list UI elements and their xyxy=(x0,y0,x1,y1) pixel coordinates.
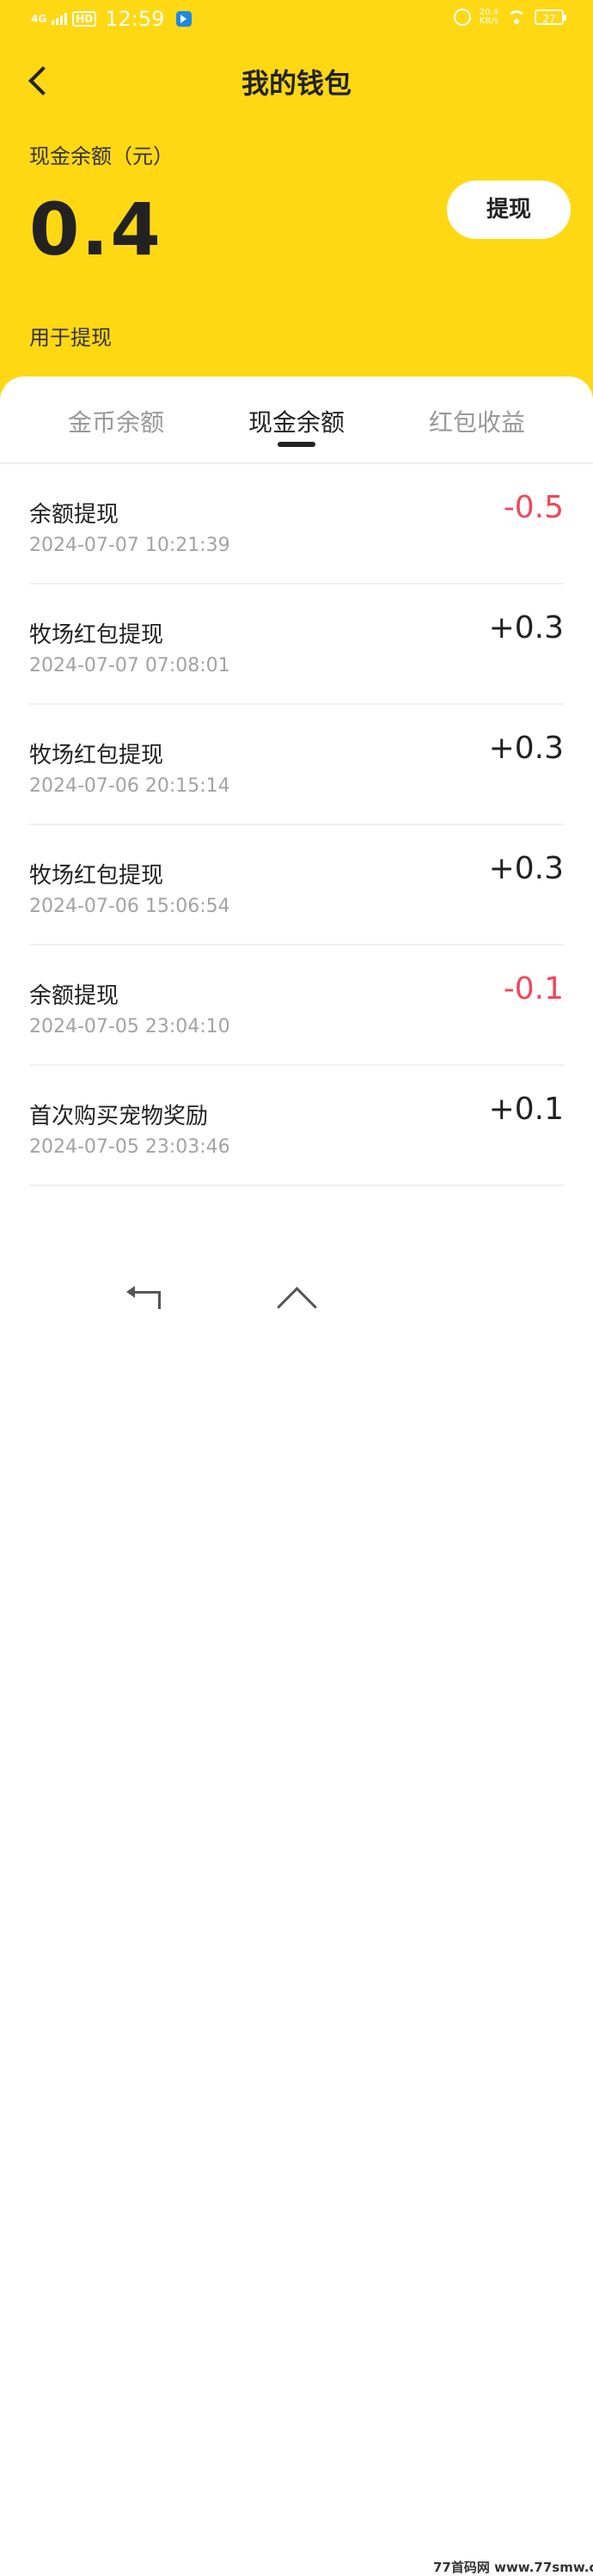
withdraw-button[interactable]: 提现 xyxy=(447,181,571,239)
watermark: 77首码网 www.77smw.com xyxy=(433,2560,593,2575)
system-nav-bar: 77首码网 www.77smw.com xyxy=(0,1272,593,2575)
transaction-time: 2024-07-05 23:03:46 xyxy=(29,1136,230,1158)
signal-icon xyxy=(52,13,68,25)
alarm-icon xyxy=(453,9,471,26)
tab-bar: 金币余额 现金余额 红包收益 xyxy=(0,376,593,464)
transaction-amount: +0.3 xyxy=(488,731,564,766)
status-time: 12:59 xyxy=(105,7,165,31)
transaction-title: 牧场红包提现 xyxy=(29,743,164,768)
network-speed: 20.4 KB/s xyxy=(480,9,498,26)
battery-icon: 27 xyxy=(535,9,566,25)
tab-coin-balance[interactable]: 金币余额 xyxy=(30,404,202,438)
transaction-time: 2024-07-07 10:21:39 xyxy=(29,535,230,556)
active-tab-indicator xyxy=(278,442,315,447)
network-type: 4G xyxy=(31,13,47,25)
transaction-amount: +0.1 xyxy=(488,1092,564,1127)
usage-note: 用于提现 xyxy=(29,326,112,350)
transaction-row[interactable]: 首次购买宠物奖励 2024-07-05 23:03:46 +0.1 xyxy=(29,1066,564,1186)
transaction-time: 2024-07-06 15:06:54 xyxy=(29,896,230,917)
transaction-title: 首次购买宠物奖励 xyxy=(29,1104,209,1129)
transaction-amount: -0.5 xyxy=(503,490,564,525)
transaction-time: 2024-07-05 23:04:10 xyxy=(29,1016,230,1037)
transaction-row[interactable]: 牧场红包提现 2024-07-06 20:15:14 +0.3 xyxy=(29,705,564,825)
transaction-row[interactable]: 牧场红包提现 2024-07-06 15:06:54 +0.3 xyxy=(29,825,564,945)
tab-cash-balance[interactable]: 现金余额 xyxy=(211,404,382,438)
balance-label: 现金余额（元） xyxy=(29,144,174,168)
status-bar: 4G HD 12:59 20.4 KB/s 27 xyxy=(0,0,593,40)
transaction-time: 2024-07-06 20:15:14 xyxy=(29,775,230,797)
transaction-title: 牧场红包提现 xyxy=(29,863,164,889)
network-speed-unit: KB/s xyxy=(479,16,498,26)
transaction-row[interactable]: 余额提现 2024-07-05 23:04:10 -0.1 xyxy=(29,945,564,1066)
page-title: 我的钱包 xyxy=(241,67,352,100)
wallet-header: 4G HD 12:59 20.4 KB/s 27 我的钱包 现金余额（元） 0.… xyxy=(0,0,593,413)
transaction-row[interactable]: 余额提现 2024-07-07 10:21:39 -0.5 xyxy=(29,464,564,584)
balance-value: 0.4 xyxy=(29,187,162,272)
transaction-title: 余额提现 xyxy=(29,983,119,1009)
hd-icon: HD xyxy=(72,11,97,27)
transaction-amount: -0.1 xyxy=(503,971,564,1007)
transaction-row[interactable]: 牧场红包提现 2024-07-07 07:08:01 +0.3 xyxy=(29,584,564,705)
nav-home-icon[interactable] xyxy=(277,1288,315,1306)
status-left: 4G HD 12:59 xyxy=(31,7,193,31)
status-right: 20.4 KB/s 27 xyxy=(453,9,566,26)
app-notification-icon xyxy=(176,11,193,27)
transaction-title: 牧场红包提现 xyxy=(29,622,164,648)
transaction-amount: +0.3 xyxy=(488,610,564,646)
wifi-icon xyxy=(507,10,526,24)
transactions-panel: 金币余额 现金余额 红包收益 余额提现 2024-07-07 10:21:39 … xyxy=(0,376,593,1306)
transaction-list: 余额提现 2024-07-07 10:21:39 -0.5 牧场红包提现 202… xyxy=(29,464,564,1186)
tab-red-packet-earnings[interactable]: 红包收益 xyxy=(391,404,563,438)
transaction-amount: +0.3 xyxy=(488,851,564,886)
transaction-time: 2024-07-07 07:08:01 xyxy=(29,655,230,676)
transaction-title: 余额提现 xyxy=(29,502,119,528)
